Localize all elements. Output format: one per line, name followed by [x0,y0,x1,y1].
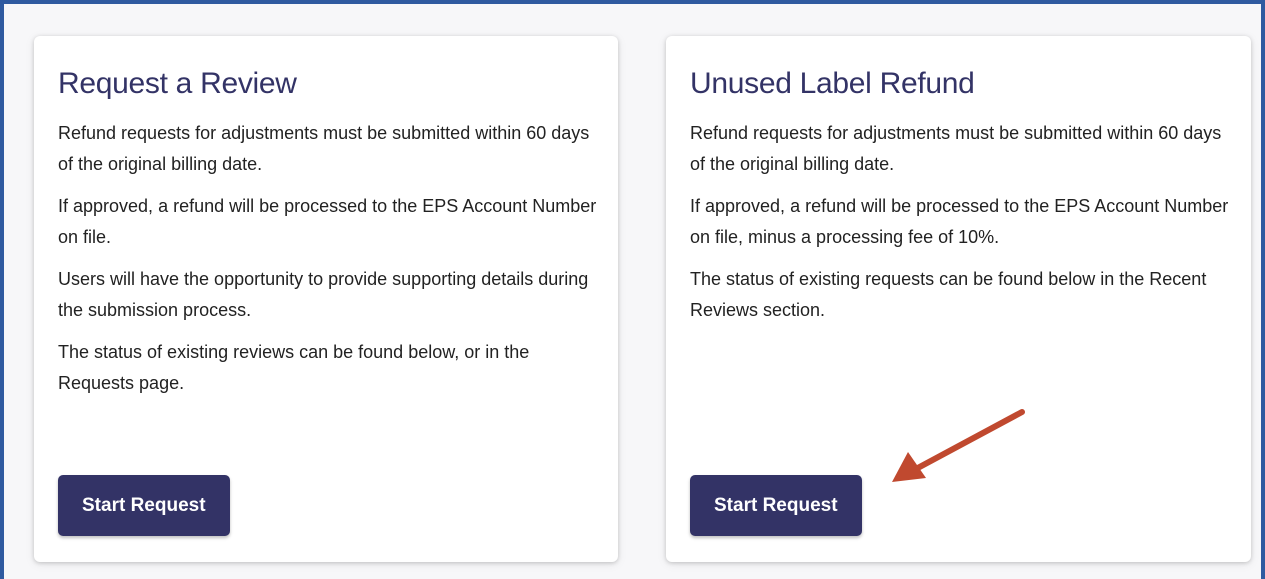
card-paragraph: Refund requests for adjustments must be … [58,123,590,174]
card-paragraph: If approved, a refund will be processed … [58,196,597,247]
arrow-annotation-icon [892,409,1025,482]
card-paragraph: If approved, a refund will be processed … [690,196,1229,247]
card-paragraph: Users will have the opportunity to provi… [58,269,589,320]
request-review-card: Request a Review Refund requests for adj… [34,36,618,562]
card-paragraph: The status of existing reviews can be fo… [58,342,530,393]
card-title: Request a Review [58,67,297,100]
card-title: Unused Label Refund [690,67,975,100]
card-paragraph: Refund requests for adjustments must be … [690,123,1222,174]
start-request-button[interactable]: Start Request [58,475,230,536]
start-request-button[interactable]: Start Request [690,475,862,536]
card-paragraph: The status of existing requests can be f… [690,269,1207,320]
screenshot-frame: Request a Review Refund requests for adj… [0,0,1265,579]
